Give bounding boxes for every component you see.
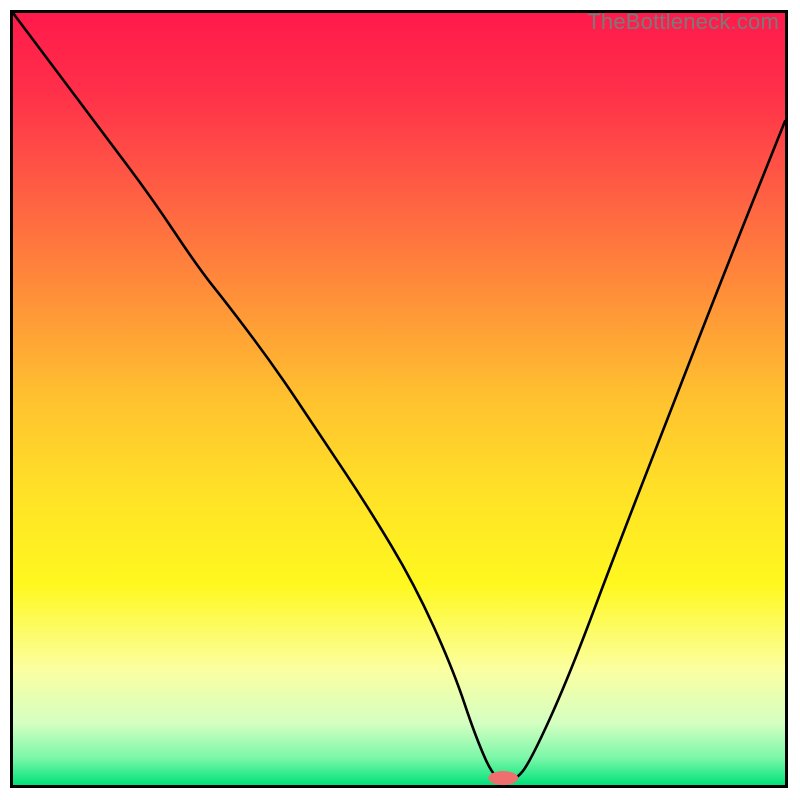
gradient-background bbox=[13, 13, 785, 785]
plot-area bbox=[13, 13, 785, 785]
chart-frame: TheBottleneck.com bbox=[10, 10, 788, 788]
optimal-point-marker bbox=[488, 771, 518, 785]
chart-svg bbox=[13, 13, 785, 785]
watermark-label: TheBottleneck.com bbox=[587, 9, 779, 35]
